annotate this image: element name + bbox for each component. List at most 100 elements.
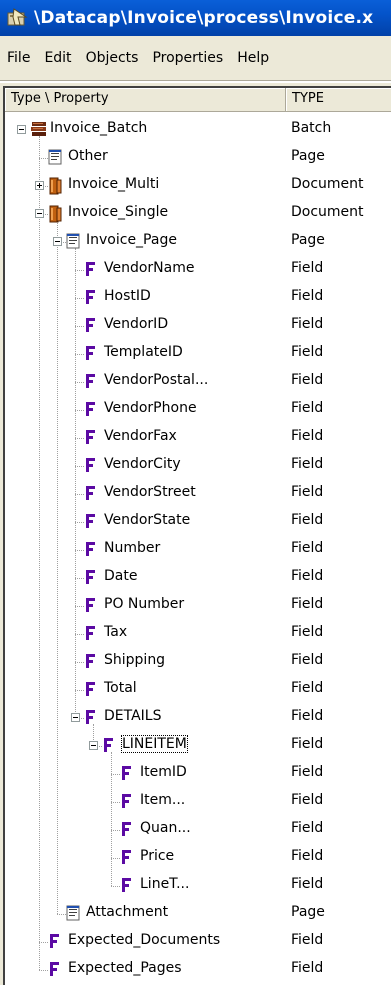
tree-connector <box>39 158 48 159</box>
tree-row[interactable]: Attachment Page <box>5 900 391 928</box>
tree-item-label[interactable]: LINEITEM <box>121 735 188 753</box>
collapse-toggle[interactable] <box>35 209 44 218</box>
tree-row[interactable]: Invoice_Page Page <box>5 228 391 256</box>
tree-item-label[interactable]: ItemID <box>140 764 187 780</box>
tree-item-label[interactable]: VendorCity <box>104 456 181 472</box>
tree-row[interactable]: Other Page <box>5 144 391 172</box>
tree-item-label[interactable]: Item... <box>140 792 185 808</box>
field-icon <box>84 429 96 449</box>
tree-row[interactable]: ItemID Field <box>5 760 391 788</box>
tree-item-label[interactable]: PO Number <box>104 596 184 612</box>
tree-row[interactable]: TemplateID Field <box>5 340 391 368</box>
tree-item-type: Field <box>291 596 324 612</box>
tree-item-label[interactable]: Invoice_Batch <box>50 120 147 136</box>
tree-row[interactable]: Item... Field <box>5 788 391 816</box>
tree-row[interactable]: Invoice_Batch Batch <box>5 116 391 144</box>
tree-row[interactable]: Date Field <box>5 564 391 592</box>
tree-item-type: Field <box>291 372 324 388</box>
tree-item-label[interactable]: Invoice_Single <box>68 204 168 220</box>
tree-item-label[interactable]: HostID <box>104 288 151 304</box>
tree-row[interactable]: Invoice_Single Document <box>5 200 391 228</box>
tree-connector <box>75 550 84 551</box>
tree-item-label[interactable]: Tax <box>104 624 127 640</box>
tree-item-type: Field <box>291 512 324 528</box>
field-icon <box>120 793 132 813</box>
tree-connector <box>111 774 120 775</box>
tree-item-label[interactable]: VendorName <box>104 260 195 276</box>
tree-item-type: Field <box>291 820 324 836</box>
tree-item-type: Page <box>291 904 325 920</box>
field-icon <box>84 261 96 281</box>
collapse-toggle[interactable] <box>17 125 26 134</box>
tree-row[interactable]: Total Field <box>5 676 391 704</box>
tree-item-type: Field <box>291 540 324 556</box>
tree-item-label[interactable]: VendorState <box>104 512 190 528</box>
tree-item-label[interactable]: Expected_Pages <box>68 960 182 976</box>
tree-item-type: Page <box>291 232 325 248</box>
field-icon <box>84 513 96 533</box>
page-icon <box>66 233 80 253</box>
tree-row[interactable]: VendorCity Field <box>5 452 391 480</box>
tree-row[interactable]: VendorFax Field <box>5 424 391 452</box>
tree-row[interactable]: VendorID Field <box>5 312 391 340</box>
collapse-toggle[interactable] <box>89 741 98 750</box>
menu-edit[interactable]: Edit <box>37 50 78 66</box>
field-icon <box>84 457 96 477</box>
tree-item-label[interactable]: Number <box>104 540 160 556</box>
tree-row[interactable]: VendorState Field <box>5 508 391 536</box>
tree-item-label[interactable]: Expected_Documents <box>68 932 220 948</box>
tree-item-label[interactable]: VendorStreet <box>104 484 196 500</box>
tree-row[interactable]: VendorName Field <box>5 256 391 284</box>
tree-row[interactable]: VendorStreet Field <box>5 480 391 508</box>
tree-row[interactable]: LineT... Field <box>5 872 391 900</box>
tree-row[interactable]: PO Number Field <box>5 592 391 620</box>
column-header: Type \ Property TYPE <box>5 88 391 112</box>
field-icon <box>48 961 60 981</box>
tree-row[interactable]: Expected_Pages Field <box>5 956 391 984</box>
tree-item-label[interactable]: DETAILS <box>104 708 161 724</box>
tree-item-label[interactable]: VendorPhone <box>104 400 197 416</box>
tree-item-type: Field <box>291 456 324 472</box>
tree-item-label[interactable]: Invoice_Multi <box>68 176 159 192</box>
menu-file[interactable]: File <box>0 50 37 66</box>
tree-item-label[interactable]: Quan... <box>140 820 191 836</box>
tree-item-type: Field <box>291 680 324 696</box>
tree-row[interactable]: Invoice_Multi Document <box>5 172 391 200</box>
tree-item-label[interactable]: Other <box>68 148 108 164</box>
tree-row[interactable]: VendorPostal... Field <box>5 368 391 396</box>
collapse-toggle[interactable] <box>71 713 80 722</box>
column-header-name[interactable]: Type \ Property <box>5 88 286 112</box>
tree-row[interactable]: LINEITEM Field <box>5 732 391 760</box>
menu-objects[interactable]: Objects <box>79 50 146 66</box>
tree-item-label[interactable]: VendorFax <box>104 428 177 444</box>
tree-row[interactable]: Tax Field <box>5 620 391 648</box>
tree-row[interactable]: HostID Field <box>5 284 391 312</box>
tree-row[interactable]: DETAILS Field <box>5 704 391 732</box>
tree-item-label[interactable]: TemplateID <box>104 344 183 360</box>
tree-row[interactable]: VendorPhone Field <box>5 396 391 424</box>
tree-item-label[interactable]: Shipping <box>104 652 165 668</box>
tree-item-label[interactable]: Invoice_Page <box>86 232 177 248</box>
column-header-type[interactable]: TYPE <box>286 88 391 112</box>
tree-list-panel[interactable]: Type \ Property TYPE Invoice_Batch Batch O… <box>3 86 391 985</box>
tree-item-label[interactable]: Price <box>140 848 174 864</box>
tree-connector <box>75 606 84 607</box>
tree-item-label[interactable]: LineT... <box>140 876 189 892</box>
tree-row[interactable]: Number Field <box>5 536 391 564</box>
tree-item-label[interactable]: Date <box>104 568 137 584</box>
collapse-toggle[interactable] <box>53 237 62 246</box>
menu-help[interactable]: Help <box>230 50 276 66</box>
title-bar[interactable]: \Datacap\Invoice\process\Invoice.x <box>0 0 391 36</box>
field-icon <box>84 625 96 645</box>
tree-item-label[interactable]: Attachment <box>86 904 168 920</box>
tree-item-label[interactable]: VendorPostal... <box>104 372 208 388</box>
tree-item-label[interactable]: VendorID <box>104 316 168 332</box>
expand-toggle[interactable] <box>35 181 44 190</box>
tree-item-label[interactable]: Total <box>104 680 137 696</box>
menu-properties[interactable]: Properties <box>145 50 230 66</box>
tree-row[interactable]: Expected_Documents Field <box>5 928 391 956</box>
tree-row[interactable]: Quan... Field <box>5 816 391 844</box>
app-icon <box>7 8 28 26</box>
tree-row[interactable]: Price Field <box>5 844 391 872</box>
tree-row[interactable]: Shipping Field <box>5 648 391 676</box>
